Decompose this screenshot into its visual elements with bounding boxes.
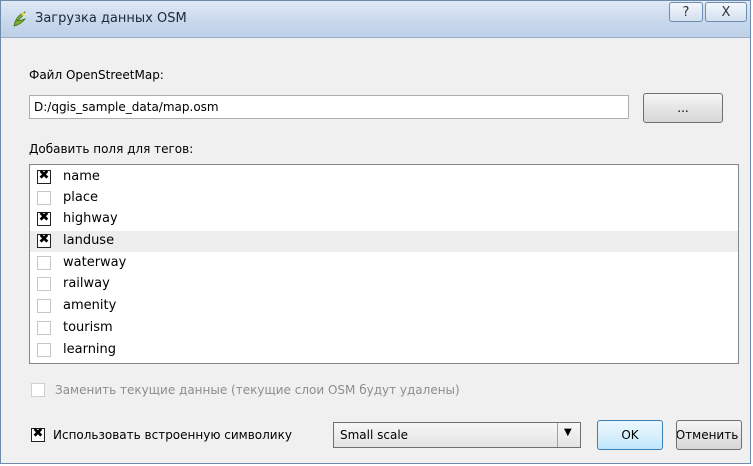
tag-item-place[interactable]: ✖ place (30, 188, 738, 209)
dropdown-arrow-button[interactable]: ▼ (557, 423, 580, 447)
title-bar[interactable]: Загрузка данных OSM ? X (1, 1, 750, 38)
tag-checkbox[interactable]: ✖ (37, 210, 51, 226)
tag-item-name[interactable]: ✖ name (30, 167, 738, 188)
tag-list: ✖ name ✖ place ✖ highway ✖ landuse ✖ wat… (29, 164, 739, 364)
tag-label: name (63, 169, 100, 184)
tag-item-waterway[interactable]: ✖ waterway (30, 253, 738, 274)
help-button[interactable]: ? (669, 2, 703, 22)
replace-data-checkbox: ✖ (31, 383, 45, 397)
scale-select[interactable]: Small scale ▼ (333, 422, 581, 448)
tag-label: learning (63, 342, 117, 357)
chevron-down-icon: ▼ (564, 427, 572, 438)
help-icon: ? (682, 5, 690, 20)
tag-label: tourism (63, 320, 113, 335)
tag-label: highway (63, 211, 118, 226)
tag-checkbox[interactable]: ✖ (37, 277, 51, 291)
check-mark-icon: ✖ (38, 232, 50, 247)
qgis-logo-icon (13, 11, 27, 27)
tag-checkbox[interactable]: ✖ (37, 343, 51, 357)
tag-checkbox[interactable]: ✖ (37, 168, 51, 184)
replace-data-label: Заменить текущие данные (текущие слои OS… (55, 383, 460, 397)
tag-checkbox[interactable]: ✖ (37, 299, 51, 313)
tag-checkbox[interactable]: ✖ (37, 232, 51, 248)
tag-checkbox[interactable]: ✖ (37, 256, 51, 270)
tag-label: railway (63, 276, 110, 291)
tag-label: waterway (63, 255, 127, 270)
tag-item-tourism[interactable]: ✖ tourism (30, 318, 738, 339)
tag-item-landuse[interactable]: ✖ landuse (30, 231, 738, 252)
symbology-label: Использовать встроенную символику (53, 428, 292, 442)
window-title: Загрузка данных OSM (35, 11, 187, 26)
tags-label: Добавить поля для тегов: (29, 142, 194, 156)
close-button[interactable]: X (705, 2, 747, 22)
close-icon: X (721, 5, 731, 20)
tag-label: landuse (63, 233, 115, 248)
check-mark-icon: ✖ (32, 426, 44, 441)
file-path-input[interactable] (29, 95, 629, 119)
tag-item-railway[interactable]: ✖ railway (30, 274, 738, 295)
browse-button[interactable]: ... (643, 93, 723, 123)
check-mark-icon: ✖ (38, 210, 50, 225)
ok-button[interactable]: OK (597, 420, 663, 450)
tag-item-amenity[interactable]: ✖ amenity (30, 296, 738, 317)
cancel-button[interactable]: Отменить (676, 420, 742, 450)
scale-select-value: Small scale (340, 428, 409, 442)
tag-checkbox[interactable]: ✖ (37, 321, 51, 335)
tag-checkbox[interactable]: ✖ (37, 191, 51, 205)
tag-label: place (63, 190, 98, 205)
tag-label: amenity (63, 298, 117, 313)
osm-load-dialog: Загрузка данных OSM ? X Файл OpenStreetM… (0, 0, 751, 464)
tag-item-learning[interactable]: ✖ learning (30, 340, 738, 361)
symbology-checkbox[interactable]: ✖ (31, 426, 45, 442)
tag-item-highway[interactable]: ✖ highway (30, 209, 738, 230)
check-mark-icon: ✖ (38, 168, 50, 183)
file-label: Файл OpenStreetMap: (29, 68, 164, 82)
